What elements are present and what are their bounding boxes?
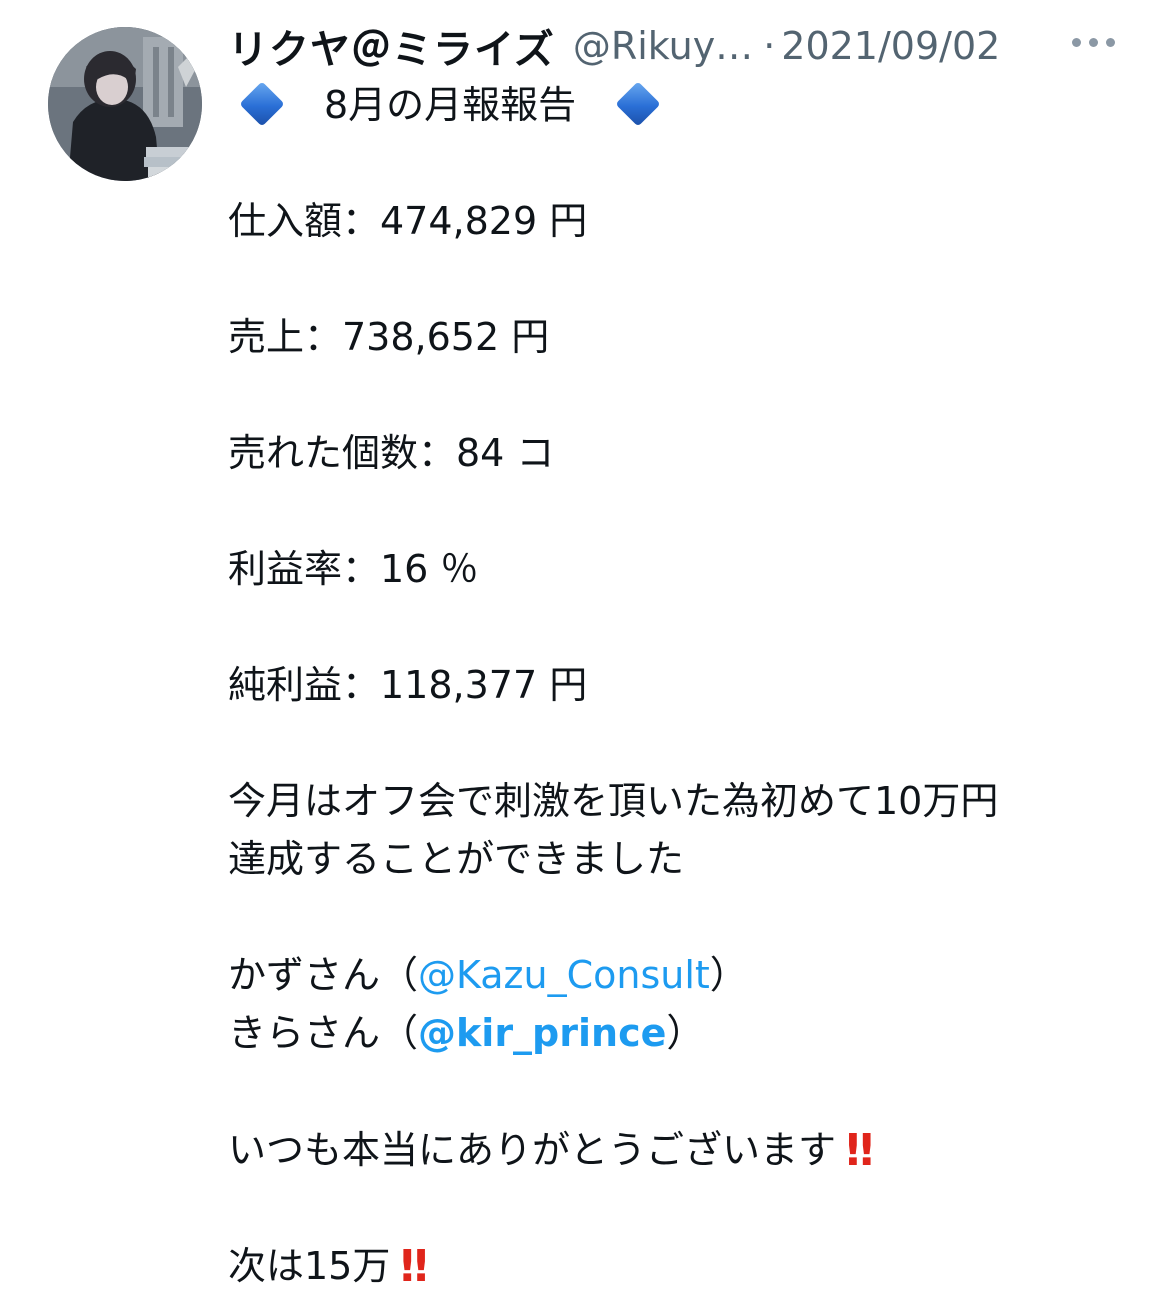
avatar-illustration-icon — [48, 27, 202, 181]
thanks-2-suffix: ） — [666, 1011, 705, 1055]
purchase-amount: 仕入額：474,829 円 — [228, 199, 588, 243]
mention-kazu-consult[interactable]: @Kazu_Consult — [418, 953, 710, 997]
next-goal-text: 次は15万 — [228, 1244, 391, 1288]
gratitude-line: いつも本当にありがとうございます ‼ — [228, 1120, 1128, 1178]
user-handle[interactable]: @Rikuy… — [573, 24, 753, 68]
separator: · — [763, 24, 776, 68]
message-line-2: 達成することができました — [228, 837, 685, 881]
more-dot — [1106, 38, 1115, 47]
mention-kir-prince[interactable]: @kir_prince — [418, 1011, 666, 1055]
thanks-1-prefix: かずさん（ — [228, 953, 419, 997]
thanks-line-2: きらさん（@kir_prince） — [228, 1004, 1128, 1062]
tweet-header: リクヤ＠ミライズ @Rikuy… · 2021/09/02 — [228, 16, 1148, 76]
thanks-2-prefix: きらさん（ — [228, 1011, 419, 1055]
double-exclamation-icon: ‼ — [846, 1125, 873, 1176]
report-title: 8月の月報報告 — [324, 83, 577, 127]
tweet-body: 8月の月報報告 仕入額：474,829 円 売上：738,652 円 売れた個数… — [228, 76, 1128, 1294]
next-goal-line: 次は15万 ‼ — [228, 1236, 1128, 1294]
thanks-line-1: かずさん（@Kazu_Consult） — [228, 946, 1128, 1004]
message-line-1: 今月はオフ会で刺激を頂いた為初めて10万円 — [228, 779, 999, 823]
units-sold: 売れた個数：84 コ — [228, 431, 555, 475]
display-name[interactable]: リクヤ＠ミライズ — [228, 17, 555, 75]
profit-margin: 利益率：16 ％ — [228, 547, 479, 591]
gratitude-text: いつも本当にありがとうございます — [228, 1128, 837, 1172]
double-exclamation-icon: ‼ — [400, 1241, 427, 1292]
sales-amount: 売上：738,652 円 — [228, 315, 550, 359]
net-profit: 純利益：118,377 円 — [228, 663, 588, 707]
avatar[interactable] — [48, 27, 202, 181]
blue-diamond-icon — [239, 80, 285, 127]
title-line: 8月の月報報告 — [228, 76, 1128, 134]
more-dot — [1089, 38, 1098, 47]
blue-diamond-icon — [615, 80, 661, 127]
thanks-1-suffix: ） — [709, 953, 748, 997]
more-dot — [1072, 38, 1081, 47]
tweet-date[interactable]: 2021/09/02 — [781, 24, 1000, 68]
more-options-icon[interactable] — [1072, 38, 1115, 47]
